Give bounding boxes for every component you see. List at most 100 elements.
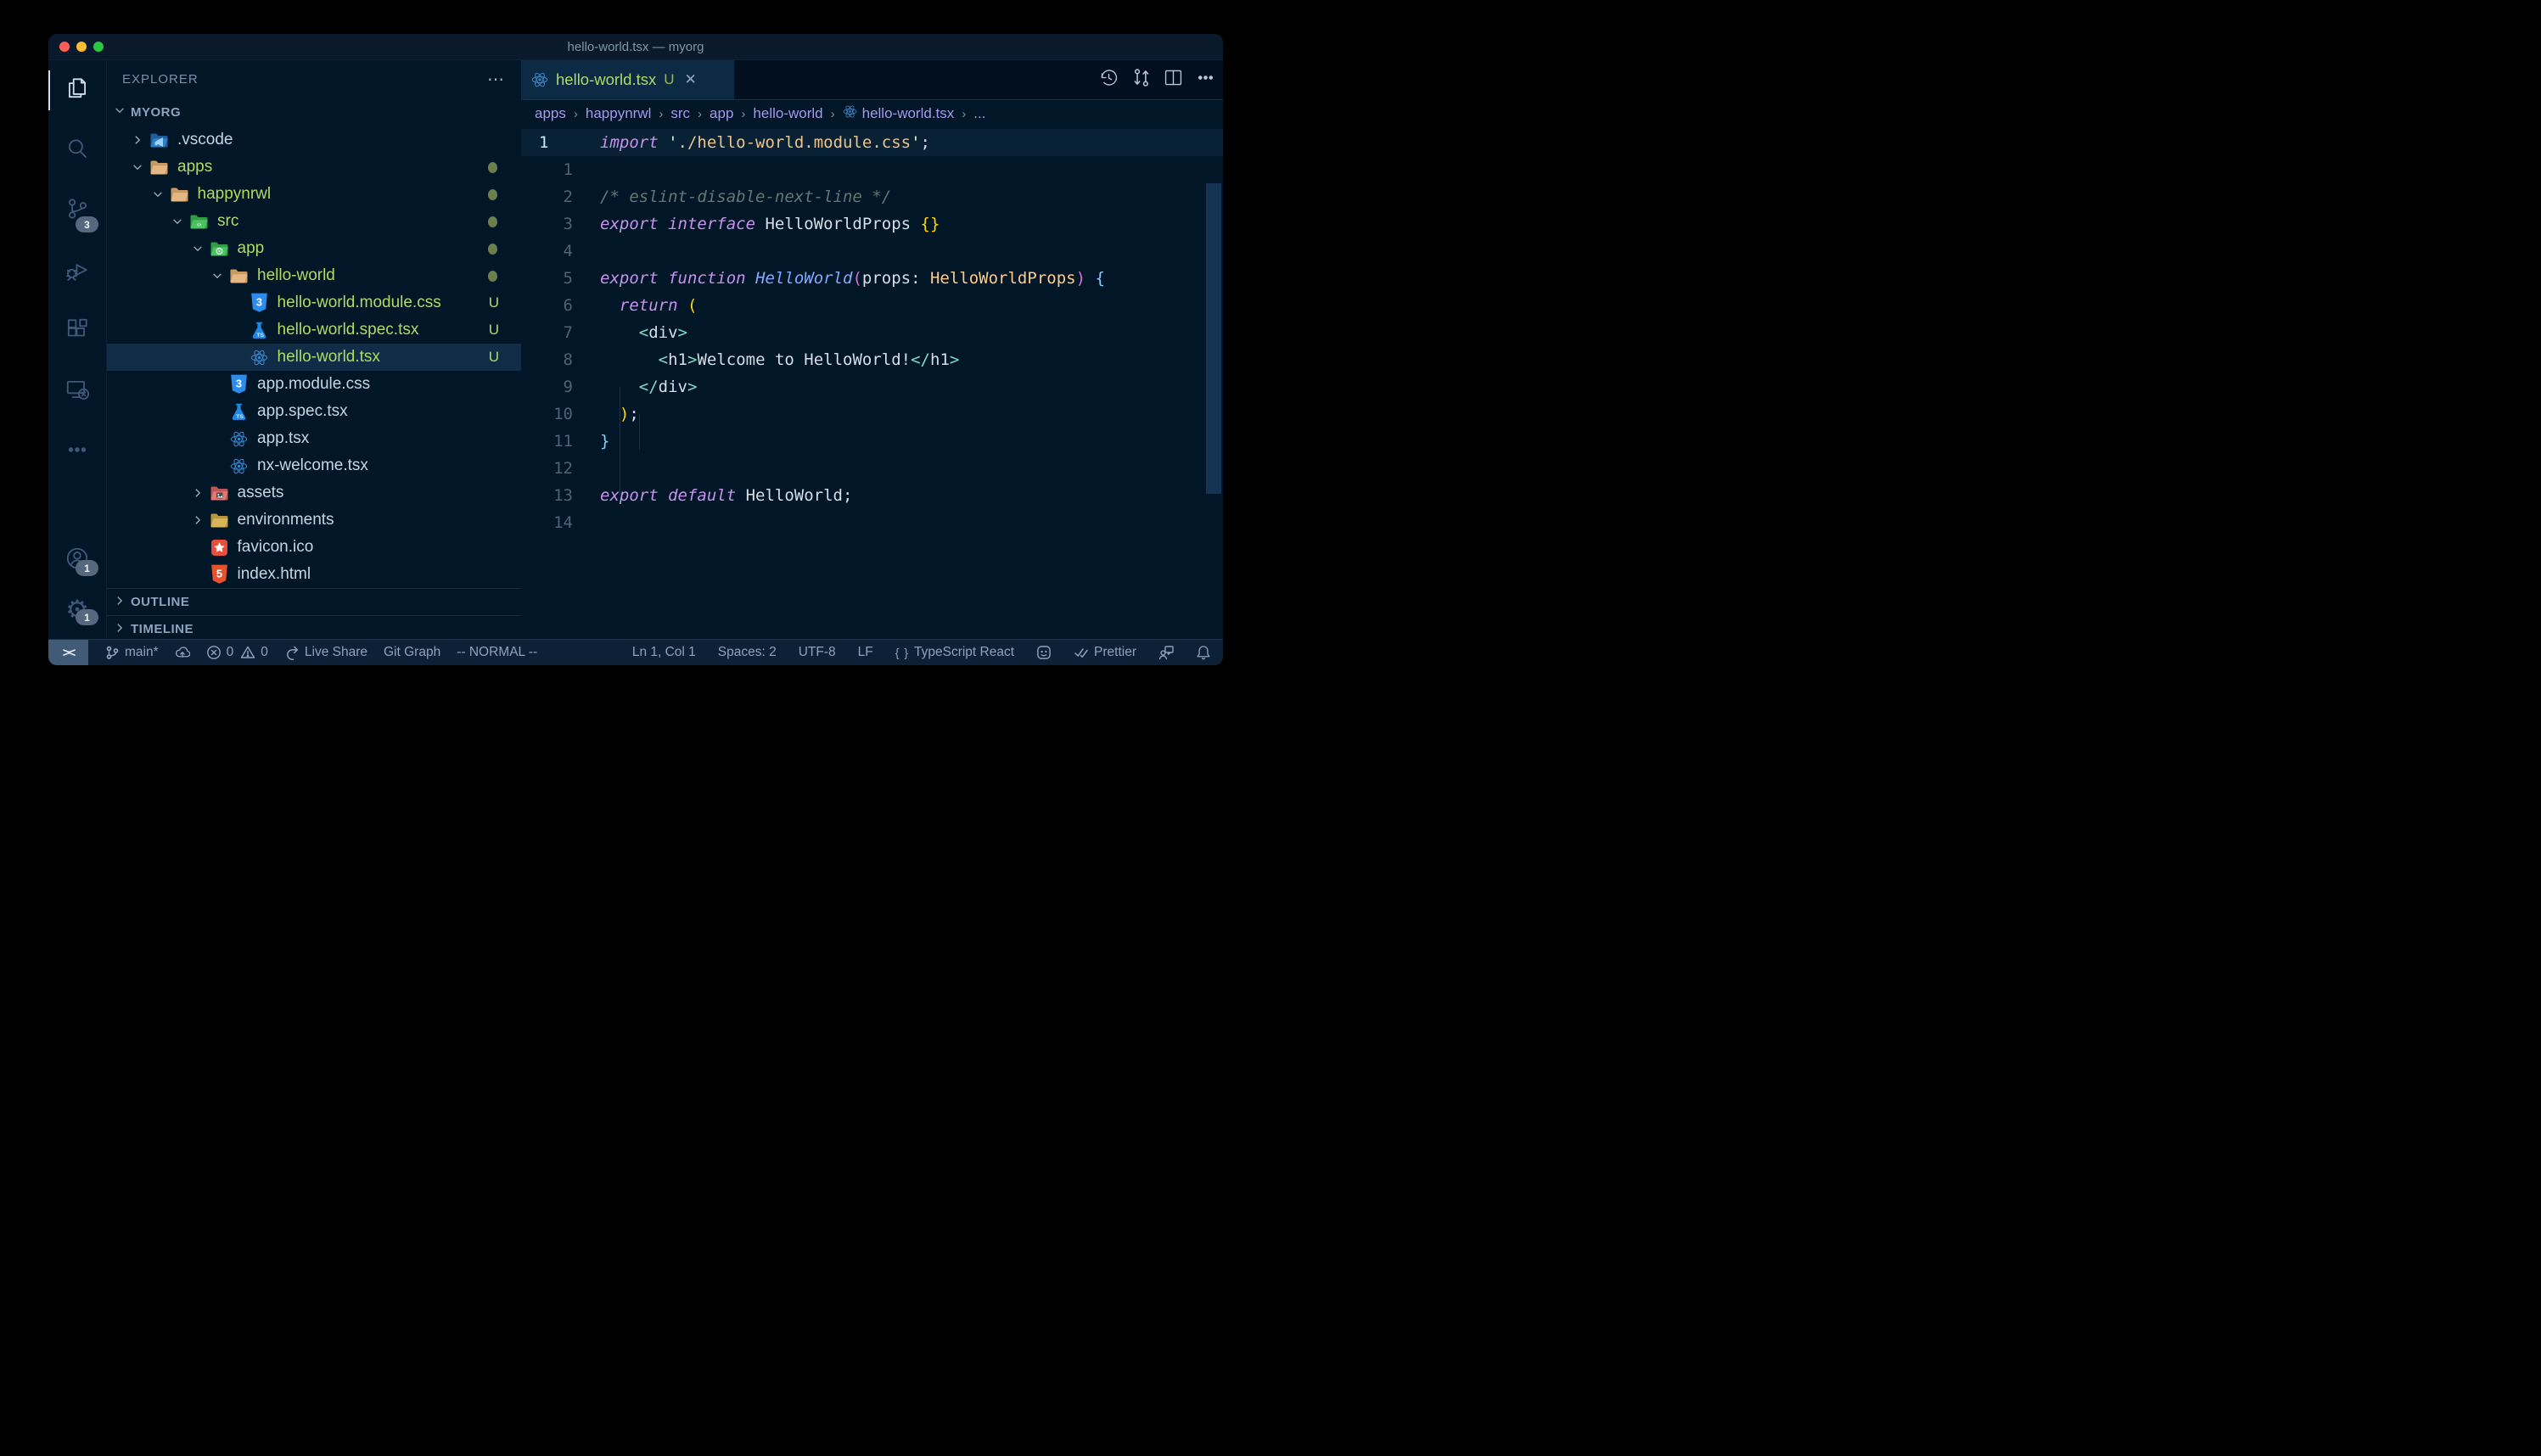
breadcrumb-item-src[interactable]: src xyxy=(670,105,690,122)
editor-scrollbar[interactable] xyxy=(1206,183,1221,494)
workspace-section-header[interactable]: MYORG xyxy=(107,98,521,126)
status-git-branch[interactable]: main* xyxy=(104,645,159,660)
status-label: 0 xyxy=(227,645,234,660)
octoface-icon xyxy=(1036,645,1052,660)
remote-indicator[interactable]: >< xyxy=(48,640,88,665)
breadcrumb-item-apps[interactable]: apps xyxy=(535,105,566,122)
tree-item-app-spec-tsx[interactable]: TSapp.spec.tsx xyxy=(107,398,521,425)
tree-item-favicon-ico[interactable]: favicon.ico xyxy=(107,534,521,561)
folder-tan-icon xyxy=(150,159,168,176)
file-name: src xyxy=(217,212,238,231)
files-icon xyxy=(65,76,90,105)
git-untracked-badge: U xyxy=(489,294,499,311)
file-name: hello-world xyxy=(257,266,335,285)
code-editor[interactable]: 1import './hello-world.module.css';12/* … xyxy=(521,127,1223,639)
chevron-down-icon[interactable] xyxy=(132,161,150,173)
split-editor-button[interactable] xyxy=(1163,67,1184,92)
tree-item-hello-world-module-css[interactable]: 3hello-world.module.cssU xyxy=(107,289,521,316)
code-line[interactable]: 7 <div> xyxy=(521,319,1223,346)
activity-accounts[interactable]: 1 xyxy=(48,535,106,585)
breadcrumb-item-app[interactable]: app xyxy=(710,105,733,122)
status-prettier[interactable]: Prettier xyxy=(1074,645,1136,660)
tree-item-hello-world-tsx[interactable]: hello-world.tsxU xyxy=(107,344,521,371)
activity-settings[interactable]: ⚙1 xyxy=(48,585,106,634)
status-vim-mode[interactable]: -- NORMAL -- xyxy=(457,645,537,660)
status-encoding[interactable]: UTF-8 xyxy=(799,645,836,660)
status-language-mode[interactable]: { }TypeScript React xyxy=(895,645,1014,660)
activity-more-views[interactable] xyxy=(48,422,106,482)
status-sync-changes[interactable] xyxy=(175,645,190,660)
tree-item-happynrwl[interactable]: happynrwl xyxy=(107,181,521,208)
timeline-history-button[interactable] xyxy=(1098,67,1119,92)
status-notifications[interactable] xyxy=(1196,645,1211,660)
status-eol[interactable]: LF xyxy=(858,645,873,660)
chevron-down-icon[interactable] xyxy=(171,216,190,227)
tree-item-index-html[interactable]: 5index.html xyxy=(107,561,521,588)
status-feedback[interactable] xyxy=(1158,645,1174,660)
timeline-panel-header[interactable]: TIMELINE xyxy=(107,615,521,639)
code-line[interactable]: 4 xyxy=(521,238,1223,265)
status-live-share[interactable]: Live Share xyxy=(284,645,367,660)
activity-extensions[interactable] xyxy=(48,301,106,361)
open-changes-button[interactable] xyxy=(1130,67,1152,92)
tree-item--vscode[interactable]: .vscode xyxy=(107,126,521,154)
folder-app-icon xyxy=(210,240,228,257)
code-line[interactable]: 3export interface HelloWorldProps {} xyxy=(521,210,1223,238)
close-tab-icon[interactable]: ✕ xyxy=(685,71,697,88)
chevron-down-icon[interactable] xyxy=(211,270,230,282)
breadcrumb-item-hello-world[interactable]: hello-world xyxy=(753,105,822,122)
tree-item-hello-world-spec-tsx[interactable]: TShello-world.spec.tsxU xyxy=(107,316,521,344)
status-indentation[interactable]: Spaces: 2 xyxy=(718,645,777,660)
activity-source-control[interactable]: 3 xyxy=(48,181,106,241)
tree-item-app-tsx[interactable]: app.tsx xyxy=(107,425,521,452)
status-github[interactable] xyxy=(1036,645,1052,660)
code-line[interactable]: 6 return ( xyxy=(521,292,1223,319)
tree-item-environments[interactable]: environments xyxy=(107,507,521,534)
search-icon xyxy=(65,136,90,165)
git-modified-dot-badge xyxy=(488,244,497,255)
explorer-more-actions-button[interactable]: ⋯ xyxy=(487,69,506,90)
status-problems-errors[interactable]: 0 xyxy=(206,645,234,660)
chevron-right-icon[interactable] xyxy=(192,487,210,499)
feedback-icon xyxy=(1158,645,1174,660)
chevron-right-icon[interactable] xyxy=(192,514,210,526)
tree-item-app-module-css[interactable]: 3app.module.css xyxy=(107,371,521,398)
svg-text:5: 5 xyxy=(216,568,222,580)
status-git-graph[interactable]: Git Graph xyxy=(384,645,440,660)
status-problems-warnings[interactable]: 0 xyxy=(240,645,268,660)
more-actions-button[interactable] xyxy=(1195,67,1216,92)
tree-item-nx-welcome-tsx[interactable]: nx-welcome.tsx xyxy=(107,452,521,479)
breadcrumb-item-happynrwl[interactable]: happynrwl xyxy=(586,105,652,122)
git-modified-dot-badge xyxy=(488,271,497,282)
code-line[interactable]: 14 xyxy=(521,509,1223,536)
tree-item-app[interactable]: app xyxy=(107,235,521,262)
code-line[interactable]: 2/* eslint-disable-next-line */ xyxy=(521,183,1223,210)
breadcrumb-item--[interactable]: ... xyxy=(973,105,985,122)
code-line[interactable]: 5export function HelloWorld(props: Hello… xyxy=(521,265,1223,292)
outline-panel-header[interactable]: OUTLINE xyxy=(107,588,521,615)
code-line[interactable]: 13export default HelloWorld; xyxy=(521,482,1223,509)
code-line[interactable]: 12 xyxy=(521,455,1223,482)
tree-item-hello-world[interactable]: hello-world xyxy=(107,262,521,289)
code-line[interactable]: 1import './hello-world.module.css'; xyxy=(521,129,1223,156)
code-line[interactable]: 10 ); xyxy=(521,400,1223,428)
activity-search[interactable] xyxy=(48,120,106,181)
activity-remote-explorer[interactable] xyxy=(48,361,106,422)
chevron-right-icon[interactable] xyxy=(132,134,150,146)
code-line[interactable]: 11} xyxy=(521,428,1223,455)
tree-item-apps[interactable]: apps xyxy=(107,154,521,181)
tree-item-src[interactable]: ‹›src xyxy=(107,208,521,235)
code-text: </div> xyxy=(600,373,697,400)
breadcrumb-separator: › xyxy=(698,107,702,121)
activity-run-debug[interactable] xyxy=(48,241,106,301)
chevron-down-icon[interactable] xyxy=(192,243,210,255)
code-line[interactable]: 1 xyxy=(521,156,1223,183)
breadcrumb-item-hello-world-tsx[interactable]: hello-world.tsx xyxy=(843,104,955,123)
activity-explorer[interactable] xyxy=(48,60,106,120)
chevron-down-icon[interactable] xyxy=(152,188,171,200)
status-cursor-position[interactable]: Ln 1, Col 1 xyxy=(632,645,696,660)
code-line[interactable]: 9 </div> xyxy=(521,373,1223,400)
tab-hello-world-tsx[interactable]: hello-world.tsx U ✕ xyxy=(521,60,734,99)
tree-item-assets[interactable]: assets xyxy=(107,479,521,507)
code-line[interactable]: 8 <h1>Welcome to HelloWorld!</h1> xyxy=(521,346,1223,373)
